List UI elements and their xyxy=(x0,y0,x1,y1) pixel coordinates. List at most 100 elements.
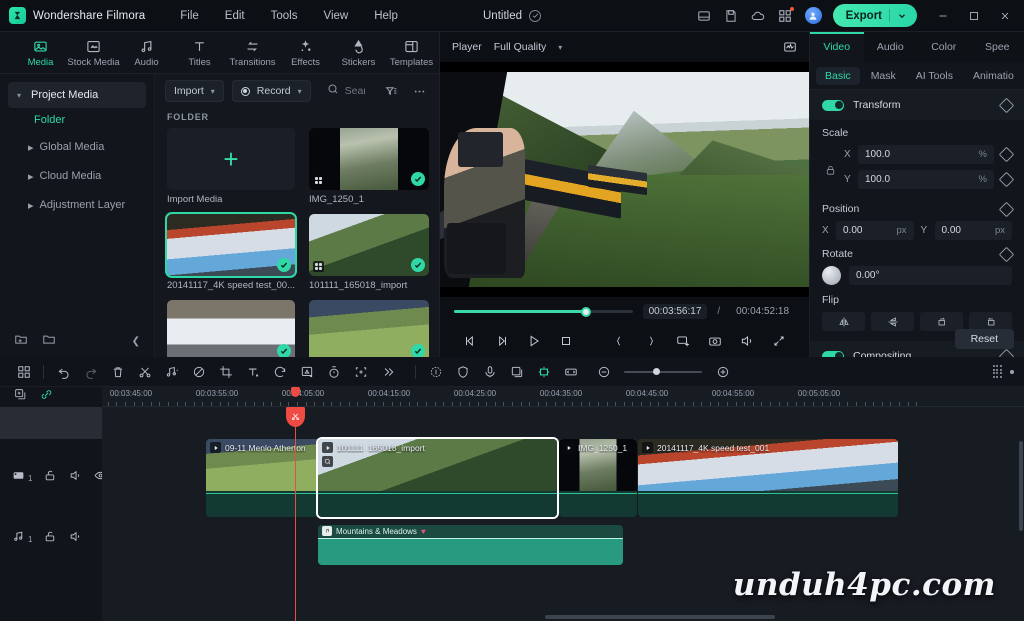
mute-icon[interactable] xyxy=(69,469,82,487)
scale-link-lock-icon[interactable] xyxy=(822,165,838,176)
folder-icon[interactable] xyxy=(42,332,56,351)
sidebar-folder-label[interactable]: Folder xyxy=(0,110,154,134)
delete-icon[interactable] xyxy=(104,361,131,383)
waveform-scope-icon[interactable] xyxy=(783,40,797,54)
lock-icon[interactable] xyxy=(44,469,57,487)
filter-icon[interactable] xyxy=(381,80,401,102)
seek-slider[interactable] xyxy=(454,306,633,317)
green-screen-icon[interactable] xyxy=(530,361,557,383)
timeline-lane[interactable]: 09-11 Menlo Atherton 101111_165018_import… xyxy=(102,407,1024,621)
scale-y-input[interactable]: 100.0 % xyxy=(858,170,994,189)
timeline-video-clip[interactable]: IMG_1250_1 xyxy=(559,439,637,517)
sidebar-item-adjustment-layer[interactable]: ▸ Adjustment Layer xyxy=(8,192,146,218)
scale-x-keyframe-icon[interactable] xyxy=(998,146,1015,163)
menu-tools[interactable]: Tools xyxy=(258,6,311,26)
subtab-mask[interactable]: Mask xyxy=(862,67,905,85)
search-input[interactable] xyxy=(344,85,365,97)
menu-view[interactable]: View xyxy=(310,6,361,26)
export-button[interactable]: Export xyxy=(832,4,917,27)
flip-horizontal-icon[interactable] xyxy=(822,312,865,331)
save-project-icon[interactable] xyxy=(691,4,717,28)
module-transitions[interactable]: Transitions xyxy=(226,37,279,68)
media-item[interactable]: 101111_165018_import xyxy=(309,214,429,291)
speed-icon[interactable] xyxy=(266,361,293,383)
compositing-toggle[interactable] xyxy=(822,350,844,357)
compositing-keyframe-icon[interactable] xyxy=(998,348,1015,357)
more-tools-icon[interactable] xyxy=(374,361,401,383)
flip-vertical-icon[interactable] xyxy=(871,312,914,331)
maximize-button[interactable] xyxy=(959,0,989,32)
snapshot-button[interactable] xyxy=(699,329,731,353)
save-as-icon[interactable] xyxy=(718,4,744,28)
tab-color[interactable]: Color xyxy=(917,32,971,62)
subtab-animation[interactable]: Animatio xyxy=(964,67,1023,85)
scale-y-keyframe-icon[interactable] xyxy=(998,171,1015,188)
collapse-panel-icon[interactable]: ❮ xyxy=(132,336,140,347)
qr-code-icon[interactable] xyxy=(772,4,798,28)
media-item[interactable]: 20141117_4K speed test_00... xyxy=(167,214,296,291)
fit-timeline-icon[interactable] xyxy=(557,361,584,383)
stop-button[interactable] xyxy=(550,329,582,353)
menu-edit[interactable]: Edit xyxy=(212,6,258,26)
add-track-icon[interactable] xyxy=(14,388,27,406)
project-grid-icon[interactable] xyxy=(10,361,37,383)
timeline-ruler[interactable]: 00:03:45:00 00:03:55:00 00:04:05:00 00:04:1… xyxy=(102,387,1024,407)
media-item[interactable] xyxy=(167,300,296,357)
module-effects[interactable]: Effects xyxy=(279,37,332,68)
media-item[interactable]: IMG_1250_1 xyxy=(309,128,429,205)
zoom-in-icon[interactable] xyxy=(709,361,736,383)
zoom-slider[interactable] xyxy=(624,368,702,375)
crop-icon[interactable] xyxy=(212,361,239,383)
media-thumbnail[interactable] xyxy=(309,300,429,357)
module-audio[interactable]: Audio xyxy=(120,37,173,68)
timeline-video-clip[interactable]: 101111_165018_import xyxy=(318,439,557,517)
preview-stage[interactable] xyxy=(440,62,809,297)
tab-audio[interactable]: Audio xyxy=(864,32,918,62)
record-button[interactable]: Record ▾ xyxy=(231,80,311,102)
fullscreen-button[interactable] xyxy=(763,329,795,353)
timeline-vertical-scrollbar[interactable] xyxy=(1019,441,1023,531)
media-thumbnail[interactable] xyxy=(309,214,429,276)
stopwatch-icon[interactable] xyxy=(320,361,347,383)
scale-x-input[interactable]: 100.0 % xyxy=(858,145,994,164)
position-keyframe-icon[interactable] xyxy=(998,201,1015,217)
video-track-row[interactable]: 09-11 Menlo Atherton 101111_165018_import… xyxy=(102,439,1024,517)
timeline-horizontal-scrollbar[interactable] xyxy=(102,615,1024,619)
stabilize-icon[interactable] xyxy=(449,361,476,383)
color-match-icon[interactable] xyxy=(293,361,320,383)
undo-icon[interactable] xyxy=(50,361,77,383)
auto-reframe-icon[interactable] xyxy=(347,361,374,383)
rotate-dial[interactable] xyxy=(822,266,841,285)
position-y-input[interactable]: 0.00 px xyxy=(934,221,1012,240)
quality-selector[interactable]: Full Quality ▾ xyxy=(494,41,563,53)
lock-icon[interactable] xyxy=(44,530,57,548)
media-thumbnail[interactable] xyxy=(167,214,296,276)
media-thumbnail[interactable] xyxy=(167,300,296,357)
module-stickers[interactable]: Stickers xyxy=(332,37,385,68)
timeline-video-clip[interactable]: 20141117_4K speed test_001 xyxy=(638,439,898,517)
cloud-upload-icon[interactable] xyxy=(745,4,771,28)
rotate-input[interactable]: 0.00° xyxy=(849,266,1012,285)
new-folder-icon[interactable] xyxy=(14,332,28,351)
playhead-ruler-handle[interactable] xyxy=(291,387,300,397)
position-x-input[interactable]: 0.00 px xyxy=(836,221,914,240)
module-templates[interactable]: Templates xyxy=(385,37,438,68)
audio-track-row[interactable]: Mountains & Meadows ♥ xyxy=(102,525,1024,569)
menu-file[interactable]: File xyxy=(167,6,212,26)
timeline-settings-icon[interactable] xyxy=(1010,369,1014,374)
disable-clip-icon[interactable] xyxy=(185,361,212,383)
import-media-tile[interactable]: + xyxy=(167,128,296,190)
favorite-icon[interactable]: ♥ xyxy=(421,527,426,536)
track-header-audio-1[interactable]: 1 xyxy=(0,517,102,561)
zoom-out-icon[interactable] xyxy=(590,361,617,383)
playhead[interactable] xyxy=(286,407,305,621)
minimize-button[interactable] xyxy=(928,0,958,32)
module-titles[interactable]: Titles xyxy=(173,37,226,68)
media-item[interactable] xyxy=(309,300,429,357)
render-preview-icon[interactable] xyxy=(992,365,1002,378)
add-marker-button[interactable] xyxy=(667,329,699,353)
volume-button[interactable] xyxy=(731,329,763,353)
split-scissors-icon[interactable] xyxy=(131,361,158,383)
timeline-audio-clip[interactable]: Mountains & Meadows ♥ xyxy=(318,525,623,565)
sidebar-item-project-media[interactable]: ▾ Project Media xyxy=(8,82,146,108)
